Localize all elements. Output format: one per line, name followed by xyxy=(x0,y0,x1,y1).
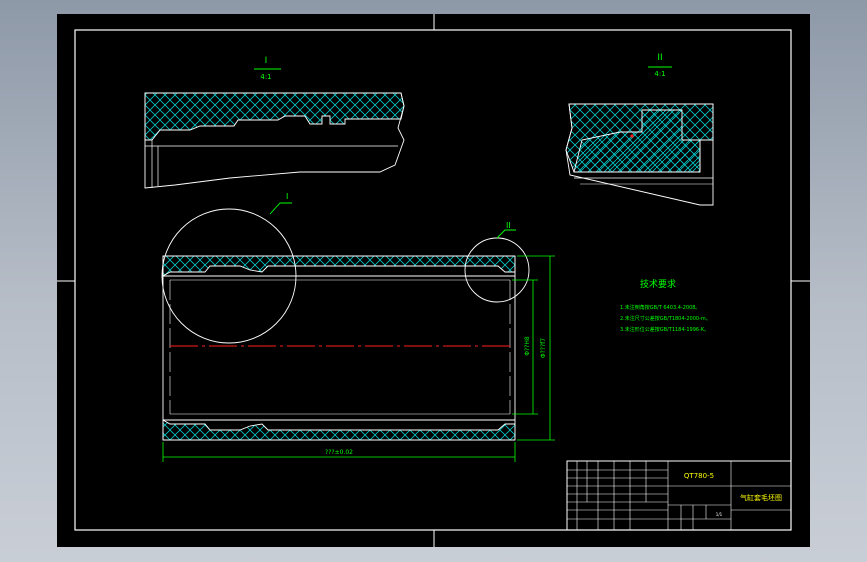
detail-i-letter: I xyxy=(265,56,268,66)
inner-diameter-dimension: Φ??H8 xyxy=(524,336,531,356)
cad-drawing-canvas[interactable]: I 4:1 II 4:1 I II ???±0.02 Φ???f7 Φ??H8 … xyxy=(0,0,867,562)
detail-i-scale: 4:1 xyxy=(260,73,271,81)
outer-diameter-dimension: Φ???f7 xyxy=(540,338,547,358)
tech-req-title: 技术要求 xyxy=(640,278,676,290)
length-dimension: ???±0.02 xyxy=(325,449,353,456)
drawing-number: QT780-5 xyxy=(684,472,714,480)
part-name: 气缸套毛坯图 xyxy=(740,493,782,502)
callout-i: I xyxy=(286,192,288,201)
detail-ii-letter: II xyxy=(657,53,662,63)
tech-req-item: 3.未注形位公差按GB/T1184-1996-K。 xyxy=(620,326,709,333)
detail-ii-scale: 4:1 xyxy=(654,70,665,78)
sheet-number: 1/1 xyxy=(716,512,723,517)
callout-ii: II xyxy=(506,221,511,230)
tech-req-item: 2.未注尺寸公差按GB/T1804-2000-m。 xyxy=(620,315,711,322)
tech-req-item: 1.未注倒角按GB/T 6403.4-2008。 xyxy=(620,304,700,311)
